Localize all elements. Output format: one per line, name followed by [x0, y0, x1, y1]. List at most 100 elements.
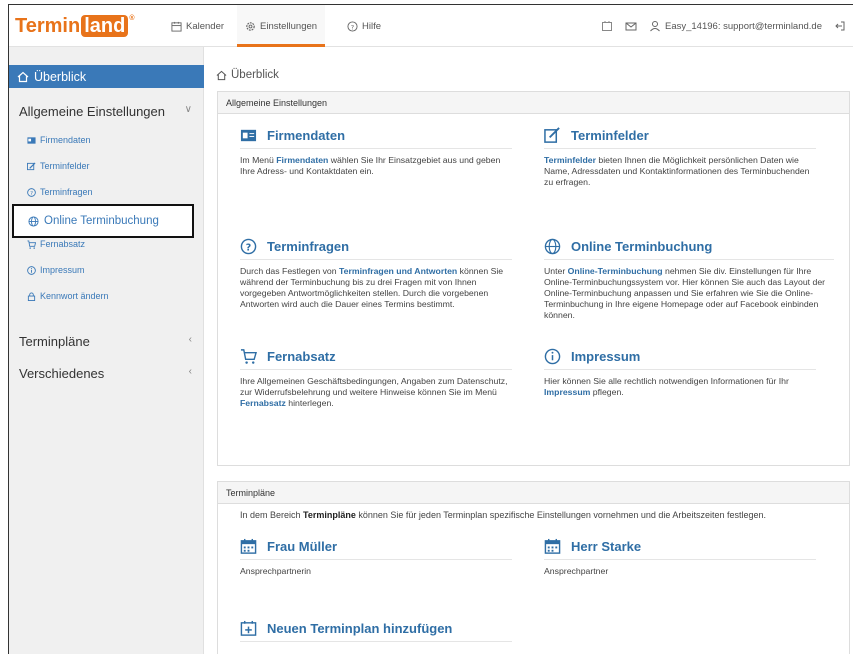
terminland-logo[interactable]: Termin land ®	[15, 15, 135, 37]
card-terminfelder: Terminfelder Terminfelder bieten Ihnen d…	[544, 127, 816, 188]
card-title[interactable]: ? Terminfragen	[240, 238, 512, 260]
sidebar-item-label: Terminfragen	[40, 187, 93, 197]
cart-icon	[27, 239, 36, 249]
sidebar-item-terminfelder[interactable]: Terminfelder	[9, 158, 204, 174]
svg-text:?: ?	[30, 190, 33, 196]
breadcrumb: Überblick	[216, 69, 279, 81]
card-text: Durch das Festlegen von Terminfragen und…	[240, 266, 512, 310]
gear-icon	[246, 21, 255, 31]
nav-hilfe[interactable]: ? Hilfe	[347, 5, 381, 47]
card-title[interactable]: Terminfelder	[544, 127, 816, 149]
logo-text-land: land	[81, 15, 129, 37]
home-icon	[17, 71, 29, 82]
card-title-label: Terminfelder	[571, 128, 649, 143]
account-menu[interactable]: Easy_14196: support@terminland.de	[649, 20, 822, 32]
sidebar-item-fernabsatz[interactable]: Fernabsatz	[9, 236, 204, 252]
add-plan-card: Neuen Terminplan hinzufügen	[240, 620, 512, 642]
card-text-part: Durch das Festlegen von	[240, 266, 339, 276]
sidebar-item-kennwort[interactable]: Kennwort ändern	[9, 288, 204, 304]
sidebar-item-label: Kennwort ändern	[40, 291, 109, 301]
plan-card: Herr Starke Ansprechpartner	[544, 538, 816, 577]
card-title-label: Fernabsatz	[267, 349, 336, 364]
intro-text-part: In dem Bereich	[240, 510, 304, 520]
calendar-outline-icon[interactable]	[601, 20, 613, 32]
online-terminbuchung-link[interactable]: Online-Terminbuchung	[568, 266, 663, 276]
terminfragen-link[interactable]: Terminfragen und Antworten	[339, 266, 457, 276]
firmendaten-link[interactable]: Firmendaten	[276, 155, 328, 165]
logout-icon[interactable]	[834, 20, 846, 32]
card-text-part: Im Menü	[240, 155, 277, 165]
plan-role: Ansprechpartner	[544, 566, 609, 576]
sidebar-group-terminplaene[interactable]: Terminpläne ‹	[9, 329, 204, 353]
card-text: Im Menü Firmendaten wählen Sie Ihr Einsa…	[240, 155, 512, 177]
edit-icon	[544, 127, 560, 143]
nav-einstellungen[interactable]: Einstellungen	[237, 5, 326, 47]
card-title-label: Firmendaten	[267, 128, 346, 143]
card-title-label: Impressum	[571, 349, 641, 364]
home-icon	[216, 70, 227, 80]
calendar-icon	[544, 538, 561, 554]
add-terminplan-button[interactable]: Neuen Terminplan hinzufügen	[240, 620, 512, 642]
card-title[interactable]: Online Terminbuchung	[544, 238, 834, 260]
panel-title: Terminpläne	[218, 482, 849, 504]
intro-text-bold: Terminpläne	[303, 510, 356, 520]
globe-icon	[544, 238, 561, 255]
panel-title: Allgemeine Einstellungen	[218, 92, 849, 114]
card-text-part: Unter	[544, 266, 568, 276]
sidebar: Überblick Allgemeine Einstellungen ∨ Fir…	[9, 47, 204, 654]
question-icon: ?	[27, 187, 36, 197]
breadcrumb-label: Überblick	[231, 69, 279, 81]
plan-name: Frau Müller	[267, 539, 338, 554]
impressum-link[interactable]: Impressum	[544, 387, 590, 397]
card-text-part: Hier können Sie alle rechtlich notwendig…	[544, 376, 789, 386]
sidebar-item-label: Firmendaten	[40, 135, 91, 145]
edit-icon	[27, 161, 36, 170]
fernabsatz-link[interactable]: Fernabsatz	[240, 398, 286, 408]
general-settings-panel: Allgemeine Einstellungen Firmendaten Im …	[217, 91, 850, 466]
card-text: Hier können Sie alle rechtlich notwendig…	[544, 376, 816, 398]
sidebar-item-impressum[interactable]: Impressum	[9, 262, 204, 278]
nav-kalender-label: Kalender	[186, 20, 225, 32]
card-title-label: Terminfragen	[267, 239, 350, 254]
card-fernabsatz: Fernabsatz Ihre Allgemeinen Geschäftsbed…	[240, 348, 512, 409]
sidebar-overview-label: Überblick	[34, 69, 87, 84]
nav-kalender[interactable]: Kalender	[171, 5, 224, 47]
card-title[interactable]: Firmendaten	[240, 127, 512, 149]
top-right-tools: Easy_14196: support@terminland.de	[601, 5, 846, 47]
plan-role: Ansprechpartnerin	[240, 566, 311, 576]
account-label: Easy_14196: support@terminland.de	[665, 20, 822, 32]
plan-name: Herr Starke	[571, 539, 642, 554]
plan-title[interactable]: Herr Starke	[544, 538, 816, 560]
sidebar-group-general[interactable]: Allgemeine Einstellungen ∨	[9, 99, 204, 123]
sidebar-item-terminfragen[interactable]: ? Terminfragen	[9, 184, 204, 200]
card-text-part: pflegen.	[590, 387, 624, 397]
nav-einstellungen-label: Einstellungen	[260, 20, 318, 32]
sidebar-group-verschiedenes[interactable]: Verschiedenes ‹	[9, 361, 204, 385]
card-text: Ihre Allgemeinen Geschäftsbedingungen, A…	[240, 376, 512, 409]
plan-title[interactable]: Frau Müller	[240, 538, 512, 560]
intro-text-part: können Sie für jeden Terminplan spezifis…	[355, 510, 766, 520]
cart-icon	[240, 349, 257, 364]
calendar-plus-icon	[240, 620, 257, 636]
sidebar-item-label: Impressum	[40, 265, 85, 275]
card-terminfragen: ? Terminfragen Durch das Festlegen von T…	[240, 238, 512, 310]
sidebar-item-label: Online Terminbuchung	[44, 215, 159, 227]
sidebar-group-general-label: Allgemeine Einstellungen	[19, 103, 165, 119]
sidebar-item-firmendaten[interactable]: Firmendaten	[9, 132, 204, 148]
sidebar-item-label: Terminfelder	[40, 161, 90, 171]
mail-icon[interactable]	[625, 20, 637, 32]
card-text-part: hinterlegen.	[285, 398, 334, 408]
calendar-icon	[171, 21, 182, 32]
card-online-terminbuchung: Online Terminbuchung Unter Online-Termin…	[544, 238, 834, 321]
card-title[interactable]: Impressum	[544, 348, 816, 370]
terminfelder-link[interactable]: Terminfelder	[544, 155, 596, 165]
card-title-label: Online Terminbuchung	[571, 239, 713, 254]
sidebar-item-overview[interactable]: Überblick	[9, 65, 204, 88]
info-icon	[27, 265, 36, 275]
card-firmendaten: Firmendaten Im Menü Firmendaten wählen S…	[240, 127, 512, 177]
card-title[interactable]: Fernabsatz	[240, 348, 512, 370]
sidebar-item-online-terminbuchung[interactable]: Online Terminbuchung	[12, 204, 194, 238]
card-text: Unter Online-Terminbuchung nehmen Sie di…	[544, 266, 834, 321]
add-terminplan-label: Neuen Terminplan hinzufügen	[267, 621, 453, 636]
lock-icon	[27, 291, 36, 301]
